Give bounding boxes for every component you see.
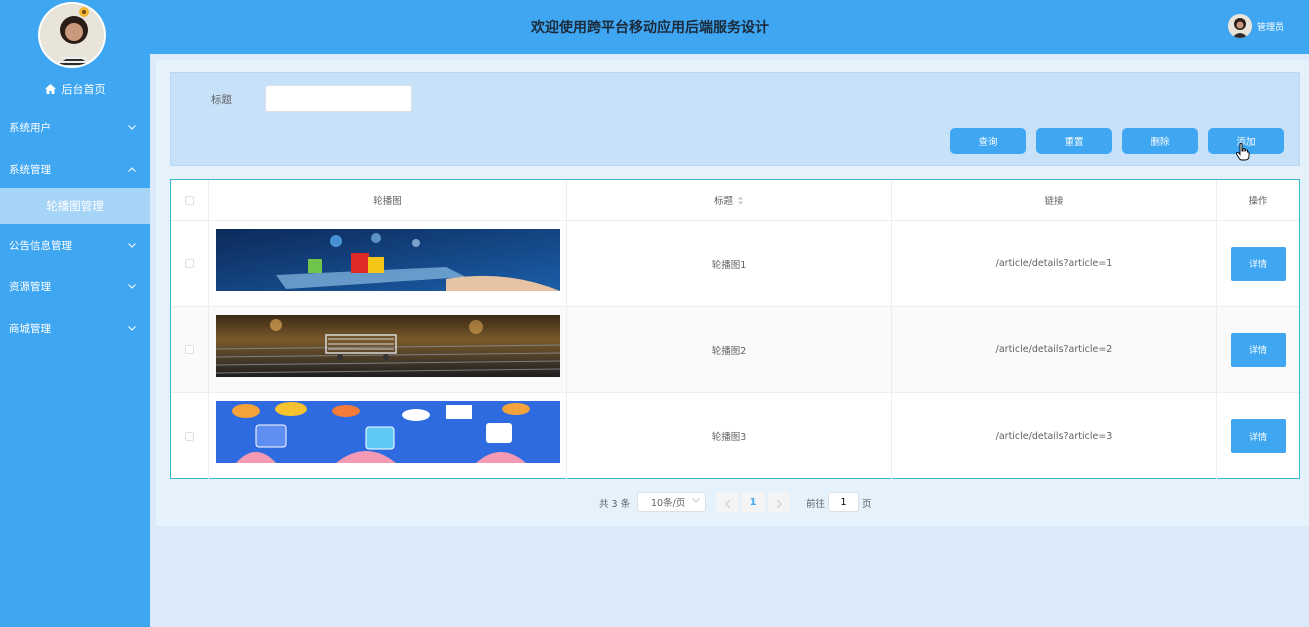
carousel-image-3 xyxy=(216,401,560,463)
user-name[interactable]: 管理员 xyxy=(1257,20,1284,33)
table-header-row: 轮播图 标题 链接 操作 xyxy=(171,180,1299,221)
column-header-actions: 操作 xyxy=(1248,196,1268,207)
detail-button[interactable]: 详情 xyxy=(1230,246,1286,281)
sidebar-item-system-users[interactable]: 系统用户 xyxy=(0,116,150,138)
column-header-image: 轮播图 xyxy=(209,180,567,220)
table-row: 轮播图3 /article/details?article=3 详情 xyxy=(171,393,1299,479)
link-cell: /article/details?article=2 xyxy=(892,307,1217,392)
sidebar-item-label: 商城管理 xyxy=(9,322,51,335)
image-cell xyxy=(209,393,567,479)
goto-label: 前往 xyxy=(806,499,826,510)
image-cell xyxy=(209,221,567,306)
sidebar-item-mall[interactable]: 商城管理 xyxy=(0,317,150,339)
sidebar-item-label: 系统管理 xyxy=(9,163,51,176)
reset-button[interactable]: 重置 xyxy=(1036,128,1112,154)
query-button[interactable]: 查询 xyxy=(950,128,1026,154)
goto-page-input[interactable] xyxy=(828,492,859,512)
page-size-value: 10条/页 xyxy=(651,498,686,509)
chevron-down-icon xyxy=(128,242,136,248)
chevron-down-icon xyxy=(128,325,136,331)
sidebar-home-label: 后台首页 xyxy=(61,83,106,96)
chevron-down-icon xyxy=(692,498,700,503)
pagination-total: 共 3 条 xyxy=(599,499,631,510)
row-checkbox[interactable] xyxy=(185,345,194,354)
select-all-checkbox[interactable] xyxy=(185,195,194,205)
sidebar-item-label: 资源管理 xyxy=(9,280,51,293)
search-label: 标题 xyxy=(211,94,232,106)
sidebar-item-label: 系统用户 xyxy=(9,121,51,134)
data-table: 轮播图 标题 链接 操作 轮播图1 /article/details?artic… xyxy=(170,179,1300,479)
table-row: 轮播图1 /article/details?article=1 详情 xyxy=(171,221,1299,307)
sidebar: 后台首页 系统用户 系统管理 轮播图管理 公告信息管理 资源管理 商城管理 xyxy=(0,0,150,627)
detail-button[interactable]: 详情 xyxy=(1230,332,1286,367)
page-size-select[interactable]: 10条/页 xyxy=(637,492,706,512)
row-select-cell xyxy=(171,221,209,306)
row-select-cell xyxy=(171,307,209,392)
sidebar-item-announcements[interactable]: 公告信息管理 xyxy=(0,234,150,256)
avatar[interactable] xyxy=(38,2,106,68)
user-avatar[interactable] xyxy=(1228,14,1252,38)
chevron-down-icon xyxy=(128,283,136,289)
carousel-image-1 xyxy=(216,229,560,291)
home-icon xyxy=(44,84,56,94)
sidebar-item-label: 公告信息管理 xyxy=(9,239,72,252)
column-header-link: 链接 xyxy=(892,180,1217,220)
goto-suffix: 页 xyxy=(862,499,872,510)
page-number-current[interactable]: 1 xyxy=(741,492,765,512)
chevron-left-icon xyxy=(724,493,730,512)
row-select-cell xyxy=(171,393,209,479)
hand-cursor-icon xyxy=(1235,143,1250,165)
row-checkbox[interactable] xyxy=(185,259,194,268)
link-cell: /article/details?article=3 xyxy=(892,393,1217,479)
chevron-right-icon xyxy=(776,493,782,512)
actions-cell: 详情 xyxy=(1217,393,1299,479)
column-header-title-label: 标题 xyxy=(713,196,733,207)
column-header-title[interactable]: 标题 xyxy=(567,180,892,220)
sidebar-subitem-carousel-management[interactable]: 轮播图管理 xyxy=(0,188,150,224)
table-row: 轮播图2 /article/details?article=2 详情 xyxy=(171,307,1299,393)
sidebar-item-system-management[interactable]: 系统管理 xyxy=(0,158,150,180)
title-cell: 轮播图3 xyxy=(567,393,892,479)
actions-cell: 详情 xyxy=(1217,307,1299,392)
row-checkbox[interactable] xyxy=(185,431,194,441)
chevron-up-icon xyxy=(128,166,136,172)
actions-cell: 详情 xyxy=(1217,221,1299,306)
delete-button[interactable]: 删除 xyxy=(1122,128,1198,154)
sort-icon[interactable] xyxy=(737,196,744,205)
chevron-down-icon xyxy=(128,124,136,130)
sidebar-home[interactable]: 后台首页 xyxy=(0,78,150,100)
title-cell: 轮播图1 xyxy=(567,221,892,306)
title-cell: 轮播图2 xyxy=(567,307,892,392)
link-cell: /article/details?article=1 xyxy=(892,221,1217,306)
next-page-button[interactable] xyxy=(768,492,790,512)
carousel-image-2 xyxy=(216,315,560,377)
image-cell xyxy=(209,307,567,392)
select-all-cell xyxy=(171,180,209,220)
sidebar-subitem-label: 轮播图管理 xyxy=(46,199,104,213)
detail-button[interactable]: 详情 xyxy=(1230,419,1286,453)
search-input[interactable] xyxy=(265,85,412,112)
page-title: 欢迎使用跨平台移动应用后端服务设计 xyxy=(531,20,769,36)
sidebar-item-resources[interactable]: 资源管理 xyxy=(0,275,150,297)
prev-page-button[interactable] xyxy=(716,492,738,512)
